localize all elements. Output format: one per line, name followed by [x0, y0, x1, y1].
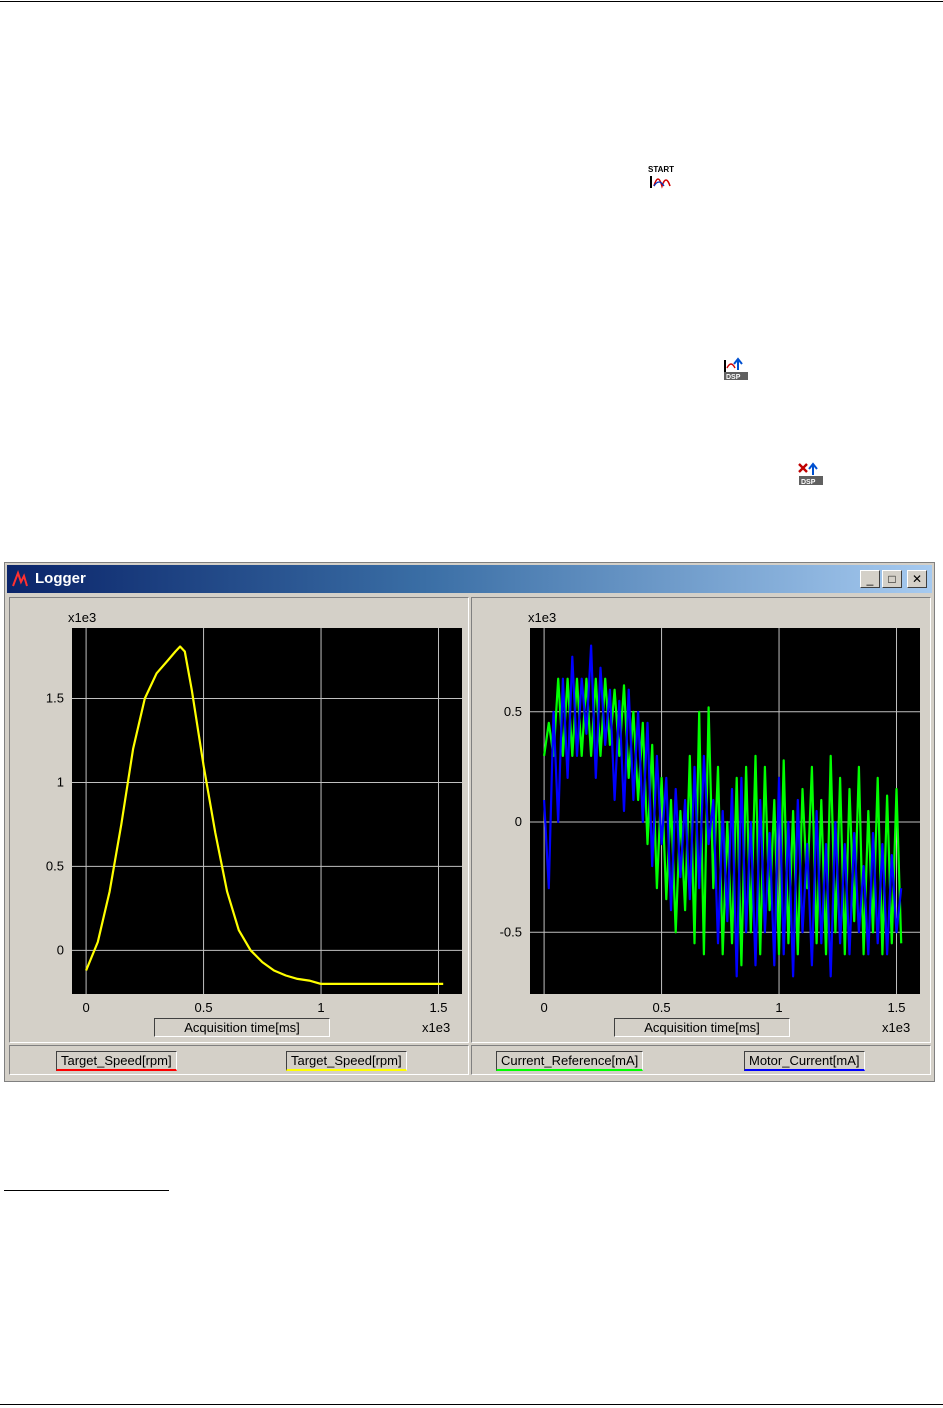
- page-bottom-rule: [0, 1404, 943, 1405]
- y-tick-label: -0.5: [500, 924, 522, 939]
- x-tick-label: 0.5: [195, 1000, 213, 1015]
- start-logger-icon[interactable]: START: [646, 164, 678, 190]
- legend-item-target-speed-red[interactable]: Target_Speed[rpm]: [56, 1051, 177, 1071]
- left-y-ticks: 0 0.5 1 1.5: [46, 691, 64, 958]
- close-button[interactable]: ✕: [907, 570, 927, 588]
- left-legend-bar: Target_Speed[rpm] Target_Speed[rpm]: [9, 1045, 469, 1075]
- left-y-exponent-label: x1e3: [68, 610, 96, 625]
- logger-window: Logger _ □ ✕ x1e3 0 0.5 1 1.5 0 0.5 1 1.5 x1e3…: [4, 562, 935, 1082]
- logger-app-icon: [12, 570, 28, 587]
- right-chart-panel: x1e3 -0.5 0 0.5 0 0.5 1 1.5 x1e3 Acquisition …: [471, 597, 931, 1043]
- y-tick-label: 0: [515, 814, 522, 829]
- y-tick-label: 0.5: [504, 704, 522, 719]
- right-x-axis-title: Acquisition time[ms]: [614, 1018, 790, 1037]
- right-legend-bar: Current_Reference[mA] Motor_Current[mA]: [471, 1045, 931, 1075]
- right-y-exponent-label: x1e3: [528, 610, 556, 625]
- delete-dsp-icon[interactable]: DSP: [797, 461, 829, 487]
- left-chart: x1e3 0 0.5 1 1.5 0 0.5 1 1.5 x1e3: [46, 610, 462, 1035]
- left-x-axis-title: Acquisition time[ms]: [154, 1018, 330, 1037]
- right-y-ticks: -0.5 0 0.5: [500, 704, 522, 939]
- left-chart-panel: x1e3 0 0.5 1 1.5 0 0.5 1 1.5 x1e3 Acquisition …: [9, 597, 469, 1043]
- maximize-button[interactable]: □: [882, 570, 902, 588]
- x-tick-label: 1: [317, 1000, 324, 1015]
- y-tick-label: 0.5: [46, 858, 64, 873]
- x-tick-label: 0: [540, 1000, 547, 1015]
- x-tick-label: 1.5: [429, 1000, 447, 1015]
- footnote-rule: [4, 1190, 169, 1191]
- title-bar[interactable]: Logger _ □ ✕: [7, 565, 932, 593]
- legend-item-target-speed-yellow[interactable]: Target_Speed[rpm]: [286, 1051, 407, 1071]
- y-tick-label: 1: [57, 774, 64, 789]
- x-tick-label: 0: [82, 1000, 89, 1015]
- y-tick-label: 1.5: [46, 691, 64, 706]
- left-x-ticks: 0 0.5 1 1.5: [82, 1000, 447, 1015]
- left-plot-area[interactable]: [72, 628, 462, 994]
- svg-text:START: START: [648, 165, 674, 174]
- upload-dsp-icon[interactable]: DSP: [722, 356, 754, 382]
- svg-text:DSP: DSP: [726, 374, 741, 381]
- right-chart: x1e3 -0.5 0 0.5 0 0.5 1 1.5 x1e3: [500, 610, 920, 1035]
- window-title: Logger: [35, 570, 86, 587]
- legend-item-motor-current[interactable]: Motor_Current[mA]: [744, 1051, 865, 1071]
- legend-item-current-reference[interactable]: Current_Reference[mA]: [496, 1051, 644, 1071]
- left-x-exponent-label: x1e3: [422, 1020, 450, 1035]
- y-tick-label: 0: [57, 942, 64, 957]
- minimize-button[interactable]: _: [860, 570, 880, 588]
- right-x-ticks: 0 0.5 1 1.5: [540, 1000, 905, 1015]
- x-tick-label: 1.5: [887, 1000, 905, 1015]
- right-x-exponent-label: x1e3: [882, 1020, 910, 1035]
- x-tick-label: 0.5: [653, 1000, 671, 1015]
- x-tick-label: 1: [775, 1000, 782, 1015]
- page-top-rule: [0, 1, 943, 2]
- svg-text:DSP: DSP: [801, 479, 816, 486]
